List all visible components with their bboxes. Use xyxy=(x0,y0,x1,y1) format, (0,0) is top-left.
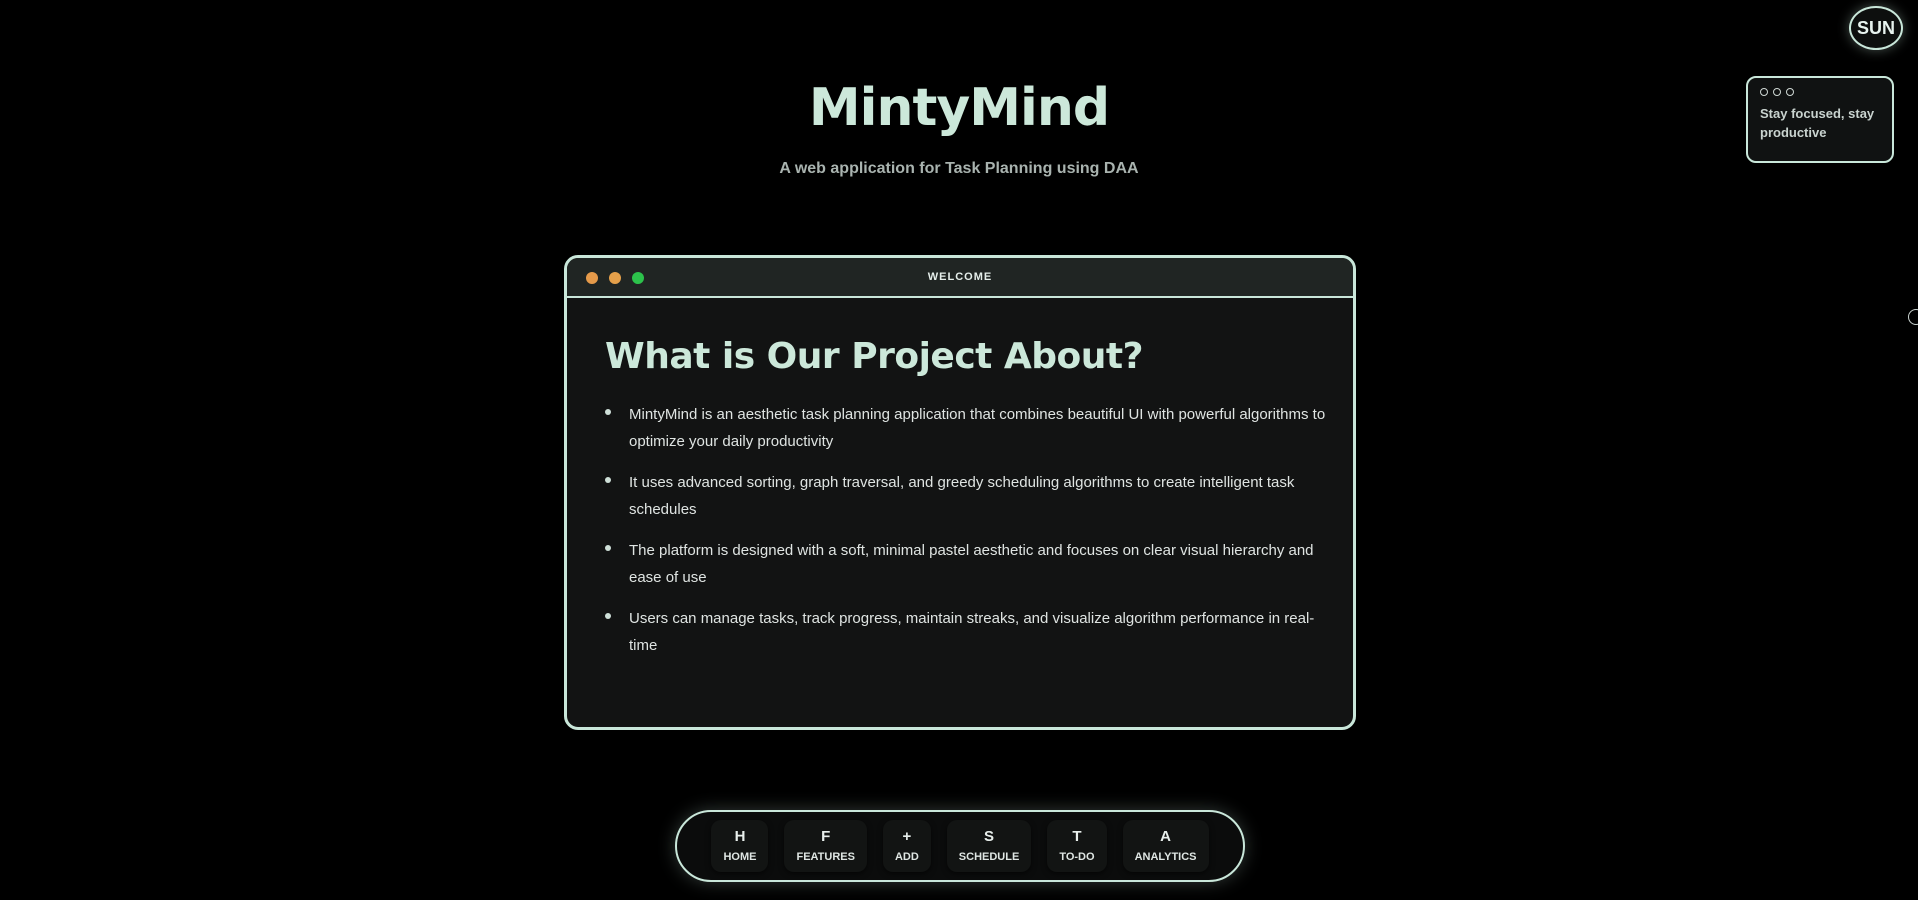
nav-label: SCHEDULE xyxy=(958,851,1020,863)
nav-item-analytics[interactable]: A ANALYTICS xyxy=(1122,820,1209,872)
nav-key: S xyxy=(984,828,995,845)
app-title: MintyMind xyxy=(808,78,1110,138)
list-item: It uses advanced sorting, graph traversa… xyxy=(605,469,1329,523)
nav-key: + xyxy=(902,828,912,845)
project-heading: What is Our Project About? xyxy=(605,336,1144,377)
nav-item-schedule[interactable]: S SCHEDULE xyxy=(946,820,1032,872)
nav-item-add[interactable]: + ADD xyxy=(882,820,931,872)
theme-toggle-label: SUN xyxy=(1856,17,1895,38)
nav-label: HOME xyxy=(723,851,757,863)
window-body: What is Our Project About? MintyMind is … xyxy=(567,298,1353,659)
bullet-icon xyxy=(605,477,611,483)
nav-item-features[interactable]: F FEATURES xyxy=(784,820,867,872)
nav-item-todo[interactable]: T TO-DO xyxy=(1047,820,1107,872)
bullet-text: Users can manage tasks, track progress, … xyxy=(629,610,1315,654)
project-bullet-list: MintyMind is an aesthetic task planning … xyxy=(605,401,1325,659)
list-item: The platform is designed with a soft, mi… xyxy=(605,537,1329,591)
bullet-text: MintyMind is an aesthetic task planning … xyxy=(629,406,1326,450)
nav-key: H xyxy=(734,828,746,845)
window-title: WELCOME xyxy=(927,271,993,283)
list-item: Users can manage tasks, track progress, … xyxy=(605,605,1329,659)
bottom-nav: H HOME F FEATURES + ADD S SCHEDULE T TO-… xyxy=(675,810,1245,882)
bullet-icon xyxy=(605,409,611,415)
welcome-window: WELCOME What is Our Project About? Minty… xyxy=(564,255,1356,730)
bullet-text: It uses advanced sorting, graph traversa… xyxy=(629,474,1295,518)
bullet-icon xyxy=(605,545,611,551)
nav-label: ADD xyxy=(894,851,919,863)
nav-key: F xyxy=(821,828,831,845)
nav-key: A xyxy=(1160,828,1171,845)
nav-key: T xyxy=(1072,828,1082,845)
bullet-icon xyxy=(605,613,611,619)
theme-toggle-button[interactable]: SUN xyxy=(1849,6,1903,50)
nav-item-home[interactable]: H HOME xyxy=(711,820,769,872)
nav-label: ANALYTICS xyxy=(1134,851,1197,863)
window-titlebar: WELCOME xyxy=(567,258,1353,298)
scroll-indicator-icon[interactable] xyxy=(1908,309,1918,325)
list-item: MintyMind is an aesthetic task planning … xyxy=(605,401,1329,455)
nav-label: FEATURES xyxy=(796,851,855,863)
app-subtitle: A web application for Task Planning usin… xyxy=(779,160,1139,177)
bullet-text: The platform is designed with a soft, mi… xyxy=(629,542,1314,586)
nav-label: TO-DO xyxy=(1059,851,1095,863)
